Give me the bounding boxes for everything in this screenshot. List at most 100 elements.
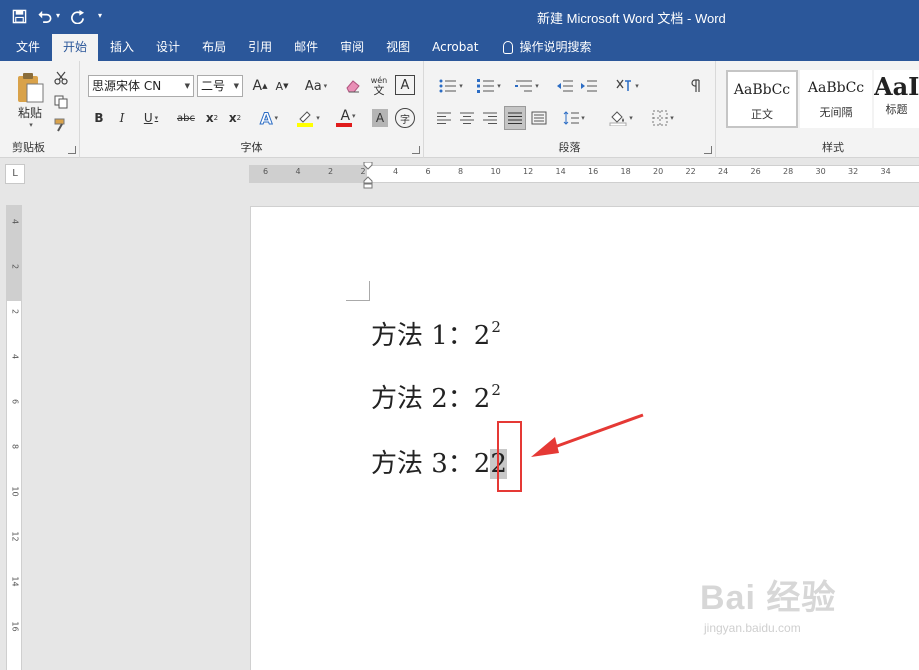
tab-design[interactable]: 设计 <box>145 33 191 61</box>
copy-button[interactable] <box>52 93 70 111</box>
distributed-button[interactable] <box>529 107 549 129</box>
ruler-number: 22 <box>685 167 696 176</box>
subscript-button[interactable]: x2 <box>202 107 222 129</box>
chevron-down-icon[interactable]: ▼ <box>185 76 190 96</box>
style-no-spacing[interactable]: AaBbCc 无间隔 <box>800 70 872 128</box>
font-size-combo[interactable]: 二号 ▼ <box>197 75 243 97</box>
grow-font-button[interactable]: A ▲ <box>250 75 270 97</box>
vertical-ruler-number: 16 <box>10 621 20 632</box>
font-size-value: 二号 <box>201 79 226 93</box>
grow-font-label: A <box>252 78 263 94</box>
tab-view[interactable]: 视图 <box>375 33 421 61</box>
undo-button[interactable]: ▾ <box>37 6 60 26</box>
tab-insert[interactable]: 插入 <box>99 33 145 61</box>
chevron-down-icon: ▾ <box>98 11 103 20</box>
chevron-down-icon[interactable]: ▼ <box>234 76 239 96</box>
tell-me-search[interactable]: 操作说明搜索 <box>489 33 602 61</box>
vertical-ruler-number: 4 <box>10 353 20 360</box>
align-left-icon <box>437 112 451 124</box>
shading-button[interactable]: ▾ <box>604 107 638 129</box>
character-border-button[interactable]: A <box>395 75 415 95</box>
styles-group-label: 样式 <box>822 141 844 154</box>
ruler-number: 30 <box>815 167 826 176</box>
tab-selector-button[interactable]: L <box>5 164 25 184</box>
tab-references[interactable]: 引用 <box>237 33 283 61</box>
tab-home[interactable]: 开始 <box>52 34 99 61</box>
underline-button[interactable]: U ▾ <box>137 107 165 129</box>
font-group-label: 字体 <box>240 141 263 154</box>
multilevel-list-button[interactable]: ▾ <box>510 75 544 97</box>
font-name-combo[interactable]: 思源宋体 CN ▼ <box>88 75 194 97</box>
superscript-button[interactable]: x2 <box>225 107 245 129</box>
superscript-sup: 2 <box>236 114 242 122</box>
strikethrough-button[interactable]: abc <box>174 107 198 129</box>
doc-line-method-2[interactable]: 方法 2：22 <box>371 378 501 415</box>
phonetic-sub-label: 文 <box>373 84 385 97</box>
align-center-button[interactable] <box>457 107 477 129</box>
chevron-down-icon: ▾ <box>323 82 328 90</box>
font-color-button[interactable]: A ▾ <box>332 107 364 129</box>
bold-button[interactable]: B <box>90 107 108 129</box>
redo-button[interactable] <box>70 9 85 24</box>
chevron-down-icon: ▾ <box>154 114 159 122</box>
vertical-ruler-number: 2 <box>10 263 20 270</box>
bullets-button[interactable]: ▾ <box>434 75 468 97</box>
asian-layout-button[interactable]: ▾ <box>610 75 644 97</box>
font-launcher-icon[interactable] <box>412 146 420 154</box>
decrease-indent-button[interactable] <box>554 75 576 97</box>
italic-label: I <box>119 111 125 125</box>
style-heading[interactable]: AaI 标题 <box>874 70 919 128</box>
doc-line-method-3[interactable]: 方法 3：22 <box>371 443 507 480</box>
font-color-label-wrap: A ▾ <box>340 109 355 123</box>
borders-button[interactable]: ▾ <box>646 107 680 129</box>
numbering-button[interactable]: ▾ <box>472 75 506 97</box>
tab-file[interactable]: 文件 <box>0 33 51 61</box>
highlight-button[interactable]: ▾ <box>292 107 324 129</box>
doc-line-method-1[interactable]: 方法 1：22 <box>371 315 501 352</box>
cut-button[interactable] <box>52 69 70 87</box>
indent-marker-icon[interactable] <box>363 162 373 189</box>
superscript-2: 2 <box>491 318 501 336</box>
eraser-icon <box>346 80 360 93</box>
style-normal[interactable]: AaBbCc 正文 <box>726 70 798 128</box>
tab-review[interactable]: 审阅 <box>329 33 375 61</box>
justify-button[interactable] <box>504 106 526 130</box>
ruler-number: 6 <box>425 167 431 176</box>
style-no-spacing-name: 无间隔 <box>819 106 853 119</box>
enclose-label: 字 <box>400 114 410 126</box>
format-painter-button[interactable] <box>52 116 70 134</box>
save-button[interactable] <box>12 9 27 24</box>
vertical-ruler-number: 8 <box>10 443 20 450</box>
horizontal-ruler[interactable]: 6 4 2 2 4 6 8 10 12 14 16 18 20 22 24 26 28 30 32 34 <box>249 162 919 189</box>
align-right-button[interactable] <box>480 107 500 129</box>
align-right-icon <box>483 112 497 124</box>
shrink-font-button[interactable]: A ▼ <box>272 75 292 97</box>
tab-layout[interactable]: 布局 <box>191 33 237 61</box>
line-spacing-button[interactable]: ▾ <box>558 107 590 129</box>
chevron-down-icon[interactable]: ▾ <box>56 6 60 26</box>
clipboard-launcher-icon[interactable] <box>68 146 76 154</box>
paragraph-launcher-icon[interactable] <box>704 146 712 154</box>
text-effects-button[interactable]: A ▾ <box>255 107 283 129</box>
undo-icon <box>38 10 52 23</box>
tab-mailings[interactable]: 邮件 <box>283 33 329 61</box>
tab-acrobat[interactable]: Acrobat <box>421 33 489 61</box>
phonetic-guide-button[interactable]: wén 文 <box>368 73 390 99</box>
show-marks-button[interactable] <box>686 75 706 97</box>
caret-down-icon: ▼ <box>283 82 289 90</box>
tell-me-label: 操作说明搜索 <box>519 40 592 54</box>
italic-button[interactable]: I <box>113 107 131 129</box>
align-left-button[interactable] <box>434 107 454 129</box>
window-title: 新建 Microsoft Word 文档 - Word <box>537 11 726 26</box>
change-case-button[interactable]: Aa ▾ <box>300 75 332 97</box>
chevron-down-icon: ▾ <box>352 112 356 120</box>
paste-button[interactable]: 粘贴 ▾ <box>10 69 50 131</box>
clear-formatting-button[interactable] <box>343 75 363 97</box>
increase-indent-button[interactable] <box>578 75 600 97</box>
line-spacing-icon <box>563 111 580 125</box>
customize-qat-button[interactable]: ▾ <box>95 6 102 26</box>
enclose-characters-button[interactable]: 字 <box>395 108 415 128</box>
vertical-ruler[interactable]: 4 2 2 4 6 8 10 12 14 16 <box>6 205 22 670</box>
numbered-list-icon <box>477 79 495 93</box>
character-shading-button[interactable]: A <box>372 109 388 127</box>
